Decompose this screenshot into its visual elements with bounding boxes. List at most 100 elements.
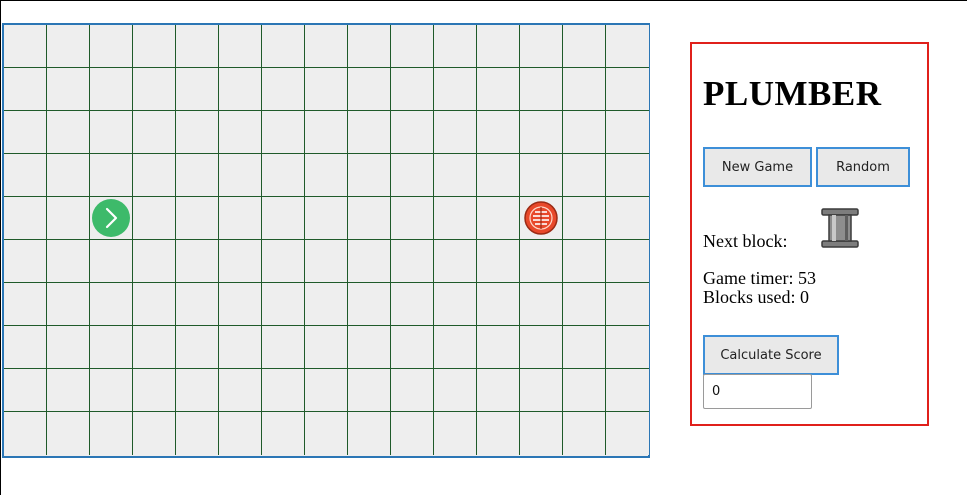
board-cell[interactable] xyxy=(477,111,520,154)
board-cell[interactable] xyxy=(477,68,520,111)
board-cell[interactable] xyxy=(90,197,133,240)
board-cell[interactable] xyxy=(262,68,305,111)
board-cell[interactable] xyxy=(606,412,649,455)
board-cell[interactable] xyxy=(90,369,133,412)
board-cell[interactable] xyxy=(391,197,434,240)
game-board[interactable] xyxy=(2,23,650,458)
board-cell[interactable] xyxy=(477,240,520,283)
board-cell[interactable] xyxy=(606,369,649,412)
board-cell[interactable] xyxy=(305,25,348,68)
board-cell[interactable] xyxy=(348,240,391,283)
board-cell[interactable] xyxy=(606,326,649,369)
board-cell[interactable] xyxy=(391,326,434,369)
board-cell[interactable] xyxy=(133,369,176,412)
board-cell[interactable] xyxy=(606,68,649,111)
board-cell[interactable] xyxy=(477,154,520,197)
board-cell[interactable] xyxy=(305,111,348,154)
board-cell[interactable] xyxy=(391,68,434,111)
board-cell[interactable] xyxy=(520,25,563,68)
board-cell[interactable] xyxy=(434,369,477,412)
board-cell[interactable] xyxy=(563,283,606,326)
board-cell[interactable] xyxy=(219,369,262,412)
board-cell[interactable] xyxy=(4,68,47,111)
board-cell[interactable] xyxy=(90,326,133,369)
board-cell[interactable] xyxy=(391,111,434,154)
score-field[interactable] xyxy=(703,374,812,409)
board-cell[interactable] xyxy=(520,68,563,111)
board-cell[interactable] xyxy=(477,369,520,412)
board-cell[interactable] xyxy=(47,68,90,111)
board-cell[interactable] xyxy=(219,412,262,455)
board-cell[interactable] xyxy=(520,283,563,326)
board-cell[interactable] xyxy=(4,326,47,369)
board-cell[interactable] xyxy=(219,283,262,326)
board-cell[interactable] xyxy=(176,154,219,197)
board-cell[interactable] xyxy=(563,68,606,111)
board-cell[interactable] xyxy=(133,154,176,197)
board-cell[interactable] xyxy=(305,197,348,240)
board-cell[interactable] xyxy=(219,326,262,369)
board-cell[interactable] xyxy=(219,197,262,240)
board-cell[interactable] xyxy=(305,154,348,197)
random-button[interactable]: Random xyxy=(816,147,910,187)
board-cell[interactable] xyxy=(606,154,649,197)
board-cell[interactable] xyxy=(348,68,391,111)
board-cell[interactable] xyxy=(563,412,606,455)
board-cell[interactable] xyxy=(477,25,520,68)
board-cell[interactable] xyxy=(133,283,176,326)
board-cell[interactable] xyxy=(305,68,348,111)
board-cell[interactable] xyxy=(434,154,477,197)
board-cell[interactable] xyxy=(305,412,348,455)
board-cell[interactable] xyxy=(391,240,434,283)
board-cell[interactable] xyxy=(176,412,219,455)
board-cell[interactable] xyxy=(520,326,563,369)
board-cell[interactable] xyxy=(477,283,520,326)
board-cell[interactable] xyxy=(563,25,606,68)
board-cell[interactable] xyxy=(434,283,477,326)
board-cell[interactable] xyxy=(133,25,176,68)
board-cell[interactable] xyxy=(90,154,133,197)
board-cell[interactable] xyxy=(477,197,520,240)
board-cell[interactable] xyxy=(434,197,477,240)
board-cell[interactable] xyxy=(47,197,90,240)
board-cell[interactable] xyxy=(47,412,90,455)
board-cell[interactable] xyxy=(4,154,47,197)
board-cell[interactable] xyxy=(434,111,477,154)
board-cell[interactable] xyxy=(606,25,649,68)
board-cell[interactable] xyxy=(262,283,305,326)
board-cell[interactable] xyxy=(262,25,305,68)
board-cell[interactable] xyxy=(90,111,133,154)
board-cell[interactable] xyxy=(520,412,563,455)
board-cell[interactable] xyxy=(305,369,348,412)
board-cell[interactable] xyxy=(262,412,305,455)
board-cell[interactable] xyxy=(262,240,305,283)
board-cell[interactable] xyxy=(348,25,391,68)
board-cell[interactable] xyxy=(219,25,262,68)
board-cell[interactable] xyxy=(606,283,649,326)
calculate-score-button[interactable]: Calculate Score xyxy=(703,335,839,375)
board-cell[interactable] xyxy=(4,197,47,240)
board-cell[interactable] xyxy=(348,412,391,455)
board-cell[interactable] xyxy=(47,283,90,326)
board-cell[interactable] xyxy=(262,111,305,154)
board-cell[interactable] xyxy=(219,240,262,283)
board-cell[interactable] xyxy=(4,111,47,154)
board-cell[interactable] xyxy=(90,25,133,68)
board-cell[interactable] xyxy=(563,154,606,197)
board-cell[interactable] xyxy=(477,412,520,455)
board-cell[interactable] xyxy=(563,369,606,412)
board-cell[interactable] xyxy=(434,240,477,283)
board-cell[interactable] xyxy=(520,197,563,240)
board-cell[interactable] xyxy=(262,326,305,369)
board-cell[interactable] xyxy=(563,111,606,154)
board-cell[interactable] xyxy=(4,369,47,412)
board-cell[interactable] xyxy=(47,240,90,283)
board-cell[interactable] xyxy=(176,68,219,111)
board-cell[interactable] xyxy=(391,25,434,68)
board-cell[interactable] xyxy=(434,68,477,111)
board-cell[interactable] xyxy=(305,283,348,326)
board-cell[interactable] xyxy=(176,240,219,283)
board-cell[interactable] xyxy=(90,283,133,326)
board-cell[interactable] xyxy=(176,283,219,326)
board-cell[interactable] xyxy=(176,111,219,154)
